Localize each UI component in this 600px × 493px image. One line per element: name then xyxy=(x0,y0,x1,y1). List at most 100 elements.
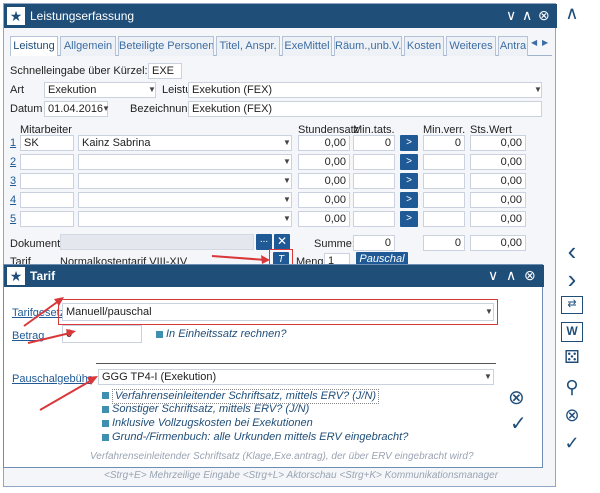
chevron-down-icon[interactable]: ▼ xyxy=(283,193,291,207)
close-icon[interactable]: ⊗ xyxy=(538,7,550,23)
mitarbeiter-kuerzel-input[interactable] xyxy=(20,173,74,189)
mitarbeiter-name-select[interactable]: Kainz Sabrina xyxy=(78,135,292,151)
pin-icon[interactable]: ⚲ xyxy=(557,376,587,398)
tab-titel-anspr[interactable]: Titel, Anspr. xyxy=(216,36,280,56)
row-number[interactable]: 3 xyxy=(10,173,16,189)
next-icon[interactable]: › xyxy=(557,266,587,292)
tab-antra[interactable]: Antra xyxy=(498,36,528,56)
mitarbeiter-kuerzel-input[interactable] xyxy=(20,154,74,170)
chevron-down-icon[interactable]: ▼ xyxy=(148,83,156,97)
mitarbeiter-name-select[interactable] xyxy=(78,173,292,189)
transfer-button[interactable]: > xyxy=(400,154,418,170)
tarifgesetz-select[interactable]: Manuell/pauschal xyxy=(62,303,494,321)
collapse-icon[interactable]: ∧ xyxy=(557,2,587,24)
transfer-button[interactable]: > xyxy=(400,192,418,208)
tab-scroll-right-icon[interactable]: ▶ xyxy=(542,38,548,47)
dokument-field[interactable] xyxy=(60,234,254,250)
dokument-browse-button[interactable]: ... xyxy=(256,234,272,250)
ok-button[interactable]: ✓ xyxy=(510,413,527,435)
mintats-input[interactable] xyxy=(353,173,395,189)
option-checkbox[interactable] xyxy=(102,406,109,413)
chevron-down-icon[interactable]: ▼ xyxy=(283,155,291,169)
einheitssatz-checkbox[interactable] xyxy=(156,331,163,338)
cancel-icon[interactable]: ⊗ xyxy=(557,404,587,426)
chevron-down-icon[interactable]: ∨ xyxy=(488,267,498,283)
mitarbeiter-kuerzel-input[interactable] xyxy=(20,211,74,227)
option-hint: Verfahrenseinleitender Schriftsatz (Klag… xyxy=(90,451,474,462)
chevron-down-icon[interactable]: ▼ xyxy=(283,174,291,188)
mintats-input[interactable] xyxy=(353,154,395,170)
row-number[interactable]: 4 xyxy=(10,192,16,208)
pauschalgebuehr-select[interactable]: GGG TP4-I (Exekution) xyxy=(98,369,494,385)
row-number[interactable]: 2 xyxy=(10,154,16,170)
tab-scroll-left-icon[interactable]: ◀ xyxy=(531,38,537,47)
summe-mintats: 0 xyxy=(353,235,395,251)
chevron-down-icon[interactable]: ∨ xyxy=(506,7,516,23)
minverr-input[interactable]: 0 xyxy=(423,135,465,151)
dice-icon[interactable]: ⚄ xyxy=(557,346,587,368)
dokument-clear-button[interactable]: ✕ xyxy=(274,234,290,250)
minverr-input[interactable] xyxy=(423,154,465,170)
minverr-input[interactable] xyxy=(423,192,465,208)
stundensatz-input[interactable]: 0,00 xyxy=(298,154,350,170)
stswert-input[interactable]: 0,00 xyxy=(470,135,526,151)
leistung-select[interactable]: Exekution (FEX) xyxy=(188,82,542,98)
row-number[interactable]: 1 xyxy=(10,135,16,151)
stswert-input[interactable]: 0,00 xyxy=(470,173,526,189)
chevron-up-icon[interactable]: ∧ xyxy=(522,7,532,23)
calendar-dropdown-icon[interactable]: ▼ xyxy=(102,102,110,116)
mitarbeiter-name-select[interactable] xyxy=(78,192,292,208)
tab-exemittel[interactable]: ExeMittel xyxy=(282,36,332,56)
bezeichnung-input[interactable]: Exekution (FEX) xyxy=(188,101,542,117)
row-number[interactable]: 5 xyxy=(10,211,16,227)
transfer-button[interactable]: > xyxy=(400,135,418,151)
mitarbeiter-kuerzel-input[interactable] xyxy=(20,192,74,208)
art-select[interactable]: Exekution xyxy=(44,82,156,98)
mintats-input[interactable]: 0 xyxy=(353,135,395,151)
stundensatz-input[interactable]: 0,00 xyxy=(298,173,350,189)
tab-raeum-unbv[interactable]: Räum.,unb.V. xyxy=(334,36,402,56)
star-icon[interactable]: ★ xyxy=(7,7,25,25)
option-checkbox[interactable] xyxy=(102,434,109,441)
ok-icon[interactable]: ✓ xyxy=(557,432,587,454)
option-checkbox[interactable] xyxy=(102,392,109,399)
option-checkbox[interactable] xyxy=(102,420,109,427)
mintats-input[interactable] xyxy=(353,192,395,208)
chevron-up-icon[interactable]: ∧ xyxy=(506,267,516,283)
previous-icon[interactable]: ‹ xyxy=(557,238,587,264)
annotation-arrow xyxy=(39,376,98,411)
stundensatz-input[interactable]: 0,00 xyxy=(298,135,350,151)
chevron-down-icon[interactable]: ▼ xyxy=(283,136,291,150)
chevron-down-icon[interactable]: ▼ xyxy=(484,370,492,384)
chevron-down-icon[interactable]: ▼ xyxy=(283,212,291,226)
close-icon[interactable]: ⊗ xyxy=(524,267,536,283)
chevron-down-icon[interactable]: ▼ xyxy=(485,305,493,319)
tab-allgemein[interactable]: Allgemein xyxy=(60,36,116,56)
stundensatz-input[interactable]: 0,00 xyxy=(298,211,350,227)
dialog-title-bar: ★ Tarif ∨ ∧ ⊗ xyxy=(4,265,544,287)
transfer-button[interactable]: > xyxy=(400,173,418,189)
minverr-input[interactable] xyxy=(423,173,465,189)
transfer-button[interactable]: > xyxy=(400,211,418,227)
mitarbeiter-name-select[interactable] xyxy=(78,211,292,227)
stswert-input[interactable]: 0,00 xyxy=(470,211,526,227)
minverr-input[interactable] xyxy=(423,211,465,227)
tab-kosten[interactable]: Kosten xyxy=(404,36,444,56)
star-icon[interactable]: ★ xyxy=(7,267,25,285)
cancel-button[interactable]: ⊗ xyxy=(508,387,525,409)
stswert-input[interactable]: 0,00 xyxy=(470,154,526,170)
tab-beteiligte-personen[interactable]: Beteiligte Personen xyxy=(118,36,214,56)
mitarbeiter-kuerzel-input[interactable]: SK xyxy=(20,135,74,151)
datum-input[interactable]: 01.04.2016 xyxy=(44,101,108,117)
annotation-arrow xyxy=(27,329,76,344)
stundensatz-input[interactable]: 0,00 xyxy=(298,192,350,208)
chevron-down-icon[interactable]: ▼ xyxy=(534,83,542,97)
word-icon[interactable]: W xyxy=(561,322,583,342)
mitarbeiter-name-select[interactable] xyxy=(78,154,292,170)
tab-leistung[interactable]: Leistung xyxy=(10,36,58,56)
mintats-input[interactable] xyxy=(353,211,395,227)
stswert-input[interactable]: 0,00 xyxy=(470,192,526,208)
schnelleingabe-input[interactable]: EXE xyxy=(148,63,182,79)
tab-weiteres[interactable]: Weiteres xyxy=(446,36,496,56)
transfer-icon[interactable]: ⇄ xyxy=(561,296,583,314)
